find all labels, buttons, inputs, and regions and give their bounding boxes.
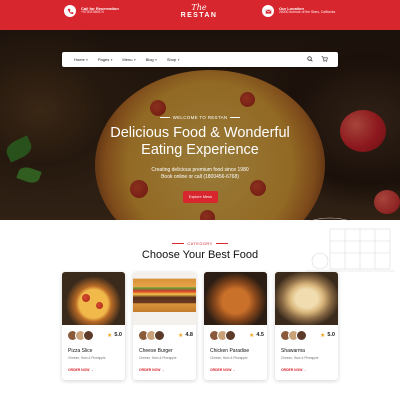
food-card[interactable]: ★ 5.0 Shawarma Cheese, Ham & Pineapple O… [275,272,338,380]
mail-icon [262,5,274,17]
explore-menu-button[interactable]: Explore Menu [183,191,218,203]
nav-item-home[interactable]: Home ▾ [74,57,88,62]
food-description: Cheese, Ham & Pineapple [281,356,319,360]
brand-name: RESTAN [180,12,218,19]
star-icon: ★ [248,332,255,339]
rating-value: 5.0 [327,332,335,338]
rating-value: 4.5 [256,332,264,338]
phone-icon [64,5,76,17]
chevron-down-icon: ▾ [86,57,88,62]
food-description: Cheese, Ham & Pineapple [139,356,177,360]
cheese-burger-image [133,272,196,325]
reservation-phone: +97003786574 [81,10,104,15]
category-tag: CATEGORY [0,241,400,246]
cart-icon[interactable] [321,55,328,64]
hero-title-line2: Eating Experience [141,142,259,158]
hero-title-line1: Delicious Food & Wonderful [110,125,290,141]
food-name: Pizza Slice [68,348,93,354]
nav-item-shop[interactable]: Shop ▾ [167,57,180,62]
food-name: Cheese Burger [139,348,173,354]
food-name: Shawarma [281,348,305,354]
location-contact[interactable]: Our Location 26000 Avenue of the Stars, … [262,5,335,17]
nav-label: Home [74,57,85,62]
chevron-down-icon: ▾ [155,57,157,62]
location-address: 26000 Avenue of the Stars, California [279,10,336,15]
search-icon[interactable] [307,55,313,64]
star-icon: ★ [319,332,326,339]
brand-logo[interactable]: The RESTAN [166,0,232,30]
hero-welcome: WELCOME TO RESTAN [0,115,400,120]
star-icon: ★ [106,332,113,339]
avatar [225,329,236,341]
chevron-down-icon: ▾ [177,57,180,62]
order-now-link[interactable]: ORDER NOW → [281,368,307,372]
nav-label: Pages [97,57,110,62]
nav-label: Blog [145,57,154,62]
hero-welcome-text: WELCOME TO RESTAN [172,115,228,120]
nav-label: Menu [122,57,133,62]
food-description: Cheese, Ham & Pineapple [210,356,248,360]
chevron-down-icon: ▾ [110,57,113,62]
avatar-group [209,329,236,341]
shawarma-image [275,272,338,325]
hero-section: Home ▾ Pages ▾ Menu ▾ Blog ▾ Shop ▾ WELCOME T… [0,30,400,220]
food-card[interactable]: ★ 4.8 Cheese Burger Cheese, Ham & Pineap… [133,272,196,380]
reservation-contact[interactable]: Call for Reservation +97003786574 [64,5,119,17]
order-now-link[interactable]: ORDER NOW → [139,368,165,372]
hero-subtitle-line1: Creating delicious premium food since 19… [151,167,249,173]
food-card[interactable]: ★ 4.5 Chicken Paradise Cheese, Ham & Pin… [204,272,267,380]
chicken-paradise-image [204,272,267,325]
avatar-group [280,329,307,341]
chevron-down-icon: ▾ [133,57,136,62]
food-card[interactable]: ★ 5.0 Pizza Slice Cheese, Ham & Pineappl… [62,272,125,380]
nav-label: Shop [166,57,177,62]
nav-item-blog[interactable]: Blog ▾ [146,57,157,62]
brand-script: The [191,3,207,12]
avatar [83,329,94,341]
pizza-slice-image [62,272,125,325]
rating-value: 4.8 [185,332,193,338]
main-nav: Home ▾ Pages ▾ Menu ▾ Blog ▾ Shop ▾ [62,52,338,67]
star-icon: ★ [177,332,184,339]
avatar [296,329,307,341]
order-now-link[interactable]: ORDER NOW → [68,368,94,372]
food-card-list: ★ 5.0 Pizza Slice Cheese, Ham & Pineappl… [62,272,338,380]
food-name: Chicken Paradise [210,348,250,354]
rating-value: 5.0 [114,332,122,338]
category-tag-text: CATEGORY [187,241,213,246]
avatar [154,329,165,341]
hero-subtitle-line2: Book online or call (1800456-6768) [161,174,239,180]
avatar-group [138,329,165,341]
food-description: Cheese, Ham & Pineapple [68,356,106,360]
order-now-link[interactable]: ORDER NOW → [210,368,236,372]
avatar-group [67,329,94,341]
nav-item-menu[interactable]: Menu ▾ [122,57,135,62]
category-title: Choose Your Best Food [141,249,259,261]
nav-item-pages[interactable]: Pages ▾ [98,57,113,62]
top-bar: Call for Reservation +97003786574 The RE… [0,0,400,30]
